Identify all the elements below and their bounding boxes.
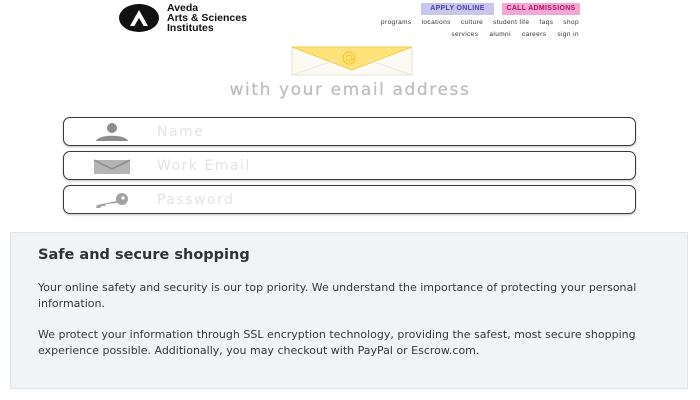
user-icon (90, 122, 134, 142)
password-input[interactable] (157, 189, 597, 210)
envelope-icon (291, 46, 413, 76)
secure-shopping-paragraph-2: We protect your information through SSL … (38, 328, 636, 357)
nav-item-culture[interactable]: culture (461, 19, 483, 26)
nav-item-services[interactable]: services (451, 31, 478, 38)
nav-item-alumni[interactable]: alumni (489, 31, 511, 38)
nav-item-student-life[interactable]: student life (493, 19, 529, 26)
name-field[interactable] (63, 117, 636, 146)
call-admissions-button[interactable]: CALL ADMISSIONS (502, 3, 580, 15)
name-input[interactable] (157, 121, 597, 142)
nav-item-programs[interactable]: programs (381, 19, 412, 26)
nav-item-sign-in[interactable]: sign in (557, 31, 579, 38)
nav-item-faqs[interactable]: faqs (539, 19, 553, 26)
secondary-nav: services alumni careers sign in (451, 31, 579, 38)
nav-item-locations[interactable]: locations (422, 19, 451, 26)
primary-nav: programs locations culture student life … (381, 19, 579, 26)
secure-shopping-title: Safe and secure shopping (38, 247, 250, 263)
brand-logo[interactable]: Aveda Arts & Sciences Institutes (119, 3, 247, 33)
secure-shopping-paragraph-1: Your online safety and security is our t… (38, 281, 637, 310)
password-field[interactable] (63, 185, 636, 214)
apply-online-button[interactable]: APPLY ONLINE (421, 3, 494, 15)
mail-icon (90, 156, 134, 176)
work-email-field[interactable] (63, 151, 636, 180)
signup-heading: with your email address (229, 80, 471, 100)
aveda-a-icon (119, 4, 159, 32)
nav-item-shop[interactable]: shop (563, 19, 579, 26)
nav-item-careers[interactable]: careers (522, 31, 546, 38)
work-email-input[interactable] (157, 155, 597, 176)
secure-shopping-panel: Safe and secure shopping Your online saf… (10, 232, 688, 389)
key-icon (90, 190, 134, 210)
brand-name: Aveda Arts & Sciences Institutes (167, 2, 247, 34)
